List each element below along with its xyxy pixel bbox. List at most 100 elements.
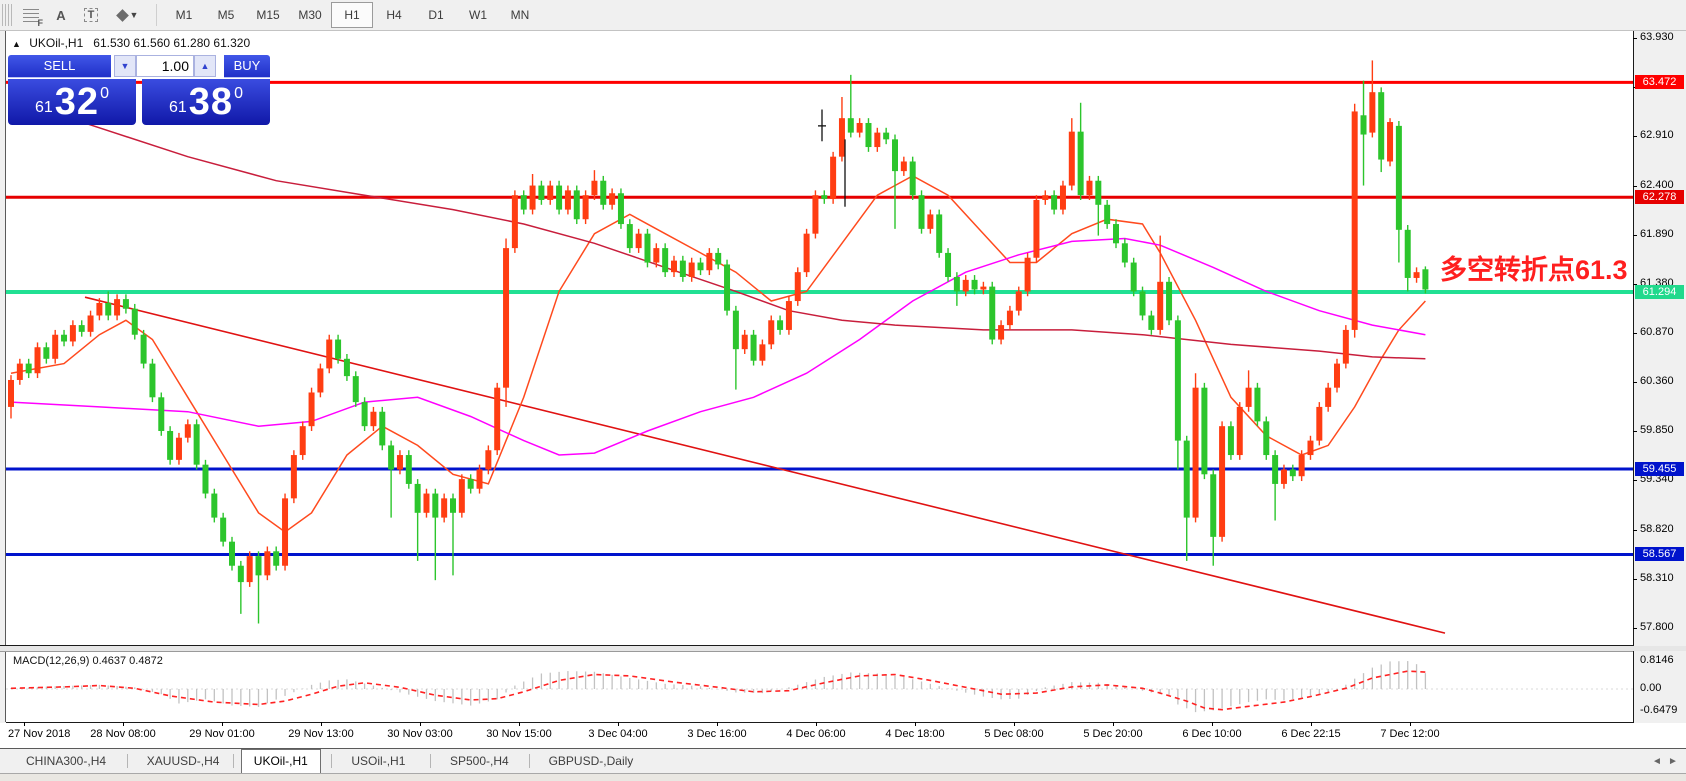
time-tick-label: 30 Nov 03:00 [387, 728, 453, 740]
ohlc-values: 61.530 61.560 61.280 61.320 [93, 36, 251, 50]
tab-divider [126, 754, 128, 768]
price-level-badge: 62.278 [1635, 190, 1684, 205]
tab-scroll-right-icon[interactable]: ► [1668, 756, 1678, 767]
time-tick-label: 5 Dec 20:00 [1083, 728, 1143, 740]
timeframe-button-m15[interactable]: M15 [247, 2, 289, 28]
price-tick-label: 63.930 [1640, 31, 1674, 44]
tab-divider [430, 754, 431, 768]
time-tick-label: 27 Nov 2018 [8, 728, 71, 740]
price-tick-mark [1633, 136, 1637, 138]
time-tick-label: 3 Dec 04:00 [588, 728, 648, 740]
text-box-icon[interactable]: T [78, 3, 104, 27]
chart-tab-bar: ◄ ► CHINA300-,H4 XAUUSD-,H4 UKOil-,H1 USOil… [0, 749, 1686, 774]
time-tick-label: 6 Dec 22:15 [1281, 728, 1341, 740]
volume-decrease-button[interactable]: ▼ [114, 55, 136, 77]
time-tick-label: 30 Nov 15:00 [486, 728, 552, 740]
collapse-arrow-icon[interactable]: ▲ [12, 39, 21, 49]
mt4-window: F A T ▼ M1 M5 M15 M30 H1 H4 D1 W1 MN ▲ UKOil-,H1… [0, 0, 1686, 781]
macd-indicator-label: MACD(12,26,9) 0.4637 0.4872 [13, 655, 163, 667]
price-tick-label: 60.360 [1640, 374, 1674, 387]
chart-symbol-ohlc: ▲ UKOil-,H1 61.530 61.560 61.280 61.320 [12, 36, 250, 50]
time-tick-mark [1014, 722, 1015, 726]
time-tick-label: 28 Nov 08:00 [90, 728, 156, 740]
price-tick-mark [1633, 185, 1637, 187]
time-tick-mark [1311, 722, 1312, 726]
chart-tab-sp500-h4[interactable]: SP500-,H4 [438, 751, 521, 772]
price-level-badge: 59.455 [1635, 462, 1684, 476]
price-tick-mark [1633, 628, 1637, 630]
time-tick-label: 29 Nov 13:00 [288, 728, 354, 740]
price-tick-mark [1633, 332, 1637, 334]
timeframe-button-d1[interactable]: D1 [415, 2, 457, 28]
price-tick-mark [1633, 234, 1637, 236]
macd-bottom-border [6, 722, 1634, 723]
sell-price-display[interactable]: 61 32 0 [8, 79, 136, 125]
toolbar-separator [156, 4, 157, 26]
volume-increase-button[interactable]: ▲ [194, 55, 216, 77]
time-tick-label: 3 Dec 16:00 [687, 728, 747, 740]
time-tick-mark [222, 722, 223, 726]
price-tick-label: 59.850 [1640, 423, 1674, 436]
chart-tab-gbpusd-daily[interactable]: GBPUSD-,Daily [537, 751, 646, 772]
time-tick-mark [1410, 722, 1411, 726]
price-tick-label: 58.310 [1640, 572, 1674, 585]
time-tick-label: 4 Dec 18:00 [885, 728, 945, 740]
time-tick-mark [519, 722, 520, 726]
price-level-badge: 61.294 [1635, 285, 1684, 299]
timeframe-button-m1[interactable]: M1 [163, 2, 205, 28]
time-tick-mark [123, 722, 124, 726]
pane-divider-2 [0, 651, 1633, 652]
price-level-badge: 63.472 [1635, 75, 1684, 90]
timeframe-button-h1[interactable]: H1 [331, 2, 373, 28]
time-tick-mark [321, 722, 322, 726]
status-strip [0, 773, 1686, 781]
time-tick-mark [24, 722, 25, 726]
buy-price-display[interactable]: 61 38 0 [142, 79, 270, 125]
one-click-trading-widget: SELL ▼ 1.00 ▲ BUY 61 32 0 61 38 0 [8, 55, 270, 125]
time-tick-mark [915, 722, 916, 726]
tab-divider [232, 754, 234, 768]
macd-tick-label: -0.6479 [1640, 704, 1678, 717]
time-tick-label: 4 Dec 06:00 [786, 728, 846, 740]
volume-input[interactable]: 1.00 [136, 55, 194, 77]
tab-divider [331, 754, 333, 768]
price-tick-mark [1633, 430, 1637, 432]
timeframe-button-m30[interactable]: M30 [289, 2, 331, 28]
time-tick-mark [717, 722, 718, 726]
time-tick-mark [816, 722, 817, 726]
time-tick-mark [1212, 722, 1213, 726]
timeframe-button-m5[interactable]: M5 [205, 2, 247, 28]
shapes-icon[interactable]: ▼ [108, 3, 148, 27]
time-tick-label: 6 Dec 10:00 [1182, 728, 1242, 740]
tab-divider [528, 754, 530, 768]
time-tick-mark [1113, 722, 1114, 726]
chart-tab-usoil-h1[interactable]: USOil-,H1 [339, 751, 417, 772]
macd-chart[interactable] [6, 652, 1633, 722]
price-tick-mark [1633, 381, 1637, 383]
price-level-badge: 58.567 [1635, 547, 1684, 562]
price-tick-mark [1633, 579, 1637, 581]
timeframe-button-mn[interactable]: MN [499, 2, 541, 28]
macd-tick-label: 0.8146 [1640, 653, 1674, 666]
price-tick-mark [1633, 530, 1637, 532]
chart-tab-ukoil-h1[interactable]: UKOil-,H1 [240, 749, 321, 774]
price-tick-label: 61.890 [1640, 227, 1674, 240]
time-tick-label: 29 Nov 01:00 [189, 728, 255, 740]
chart-tab-china300-h4[interactable]: CHINA300-,H4 [14, 751, 118, 772]
timeframe-button-h4[interactable]: H4 [373, 2, 415, 28]
buy-button[interactable]: BUY [224, 55, 270, 78]
timeframe-button-w1[interactable]: W1 [457, 2, 499, 28]
chart-tab-xauusd-h4[interactable]: XAUUSD-,H4 [135, 751, 232, 772]
time-tick-mark [420, 722, 421, 726]
symbol-label: UKOil-,H1 [29, 36, 84, 50]
chart-left-border [5, 31, 6, 722]
chart-annotation-text: 多空转折点61.3 [1440, 255, 1628, 285]
time-tick-label: 7 Dec 12:00 [1380, 728, 1440, 740]
time-tick-label: 5 Dec 08:00 [984, 728, 1044, 740]
fibonacci-icon[interactable]: F [18, 3, 44, 28]
toolbar-drag-handle[interactable] [2, 4, 12, 26]
text-label-icon[interactable]: A [48, 3, 74, 27]
sell-button[interactable]: SELL [8, 55, 111, 78]
tab-scroll-left-icon[interactable]: ◄ [1652, 756, 1662, 767]
price-tick-label: 58.820 [1640, 523, 1674, 536]
